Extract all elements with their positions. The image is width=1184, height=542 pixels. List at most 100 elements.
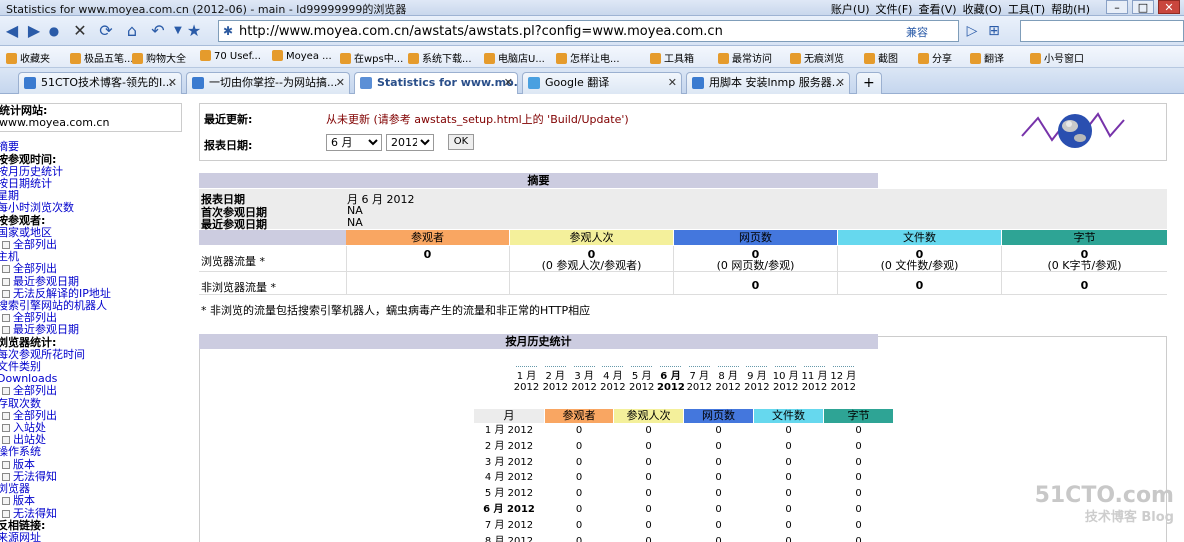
- menu-item-tools[interactable]: 工具(T): [1008, 1, 1045, 17]
- favorites-item[interactable]: 无痕浏览: [790, 50, 844, 65]
- tab-close-icon[interactable]: ✕: [336, 73, 345, 93]
- page-icon: [340, 53, 351, 64]
- month-name: 10 月: [772, 371, 799, 382]
- favorites-item[interactable]: 截图: [864, 50, 898, 65]
- back-icon[interactable]: ◀: [2, 21, 22, 41]
- favorites-item[interactable]: 系统下载...: [408, 50, 472, 65]
- menu-item-account[interactable]: 账户(U): [831, 1, 870, 17]
- favorites-item[interactable]: 分享: [918, 50, 952, 65]
- favorites-item[interactable]: Moyea ...: [272, 50, 332, 62]
- menu-bar: 账户(U) 文件(F) 查看(V) 收藏(O) 工具(T) 帮助(H): [831, 1, 1090, 17]
- tab-close-icon[interactable]: ✕: [504, 73, 513, 93]
- sidebar-item-label: 每小时浏览次数: [0, 201, 74, 215]
- sidebar-link[interactable]: 全部列出: [0, 238, 182, 252]
- sidebar-item-label: 来源网址: [0, 530, 41, 542]
- value-cell: 0: [785, 504, 792, 515]
- forward-icon[interactable]: ▶: [24, 21, 44, 41]
- monthly-table-header: 网页数: [684, 409, 753, 423]
- favorites-item[interactable]: 购物大全: [132, 50, 186, 65]
- tab-statistics[interactable]: Statistics for www.mo... ✕: [354, 72, 518, 94]
- menu-item-help[interactable]: 帮助(H): [1051, 1, 1090, 17]
- stop-icon[interactable]: ✕: [70, 21, 90, 41]
- go-icon[interactable]: ▷: [962, 21, 982, 41]
- undo-icon[interactable]: ↶: [148, 21, 168, 41]
- tab-close-icon[interactable]: ✕: [168, 73, 177, 93]
- month-bar-baseline: [602, 366, 624, 368]
- month-label: 7 月 2012: [686, 366, 713, 393]
- last-update-label: 最近更新:: [204, 113, 253, 126]
- sidebar-item-label: 按日期统计: [0, 177, 52, 191]
- favorite-star-icon[interactable]: ★: [184, 21, 204, 41]
- watermark-main: 51CTO.com: [1034, 483, 1174, 508]
- month-label: 8 月 2012: [715, 366, 742, 393]
- sidebar-link[interactable]: 来源网址: [0, 530, 182, 542]
- home-icon[interactable]: ⌂: [122, 21, 142, 41]
- menu-item-file[interactable]: 文件(F): [876, 1, 913, 17]
- sidebar-item-label: 浏览器统计:: [0, 335, 57, 349]
- tab-close-icon[interactable]: ✕: [668, 73, 677, 93]
- viewed-visitors-value: 0: [423, 248, 432, 261]
- address-bar[interactable]: ✱ http://www.moyea.com.cn/awstats/awstat…: [218, 20, 959, 42]
- month-name: 5 月: [631, 371, 652, 382]
- value-cell: 0: [645, 504, 652, 515]
- monthly-table-header: 参观者: [545, 409, 613, 423]
- favorites-item[interactable]: 工具箱: [650, 50, 694, 65]
- not-viewed-pages-value: 0: [751, 279, 760, 292]
- sidebar-item-label: 按参观者:: [0, 213, 46, 227]
- favorites-item[interactable]: 最常访问: [718, 50, 772, 65]
- value-cell: 0: [645, 425, 652, 436]
- value-cell: 0: [855, 488, 862, 500]
- value-cell: 0: [575, 535, 583, 542]
- list-bullet-icon: [2, 472, 10, 481]
- new-tab-button[interactable]: +: [856, 72, 882, 94]
- favorites-item[interactable]: 70 Usef...: [200, 50, 261, 62]
- favorites-item[interactable]: 电脑店U...: [484, 50, 545, 65]
- maximize-icon[interactable]: □: [1132, 0, 1154, 14]
- month-select[interactable]: 6 月: [326, 134, 382, 151]
- sidebar-item-label: 按参观时间:: [0, 152, 57, 166]
- value-cell: 0: [715, 440, 722, 452]
- address-url[interactable]: http://www.moyea.com.cn/awstats/awstats.…: [239, 24, 723, 39]
- sidebar-items: 摘要 按参观时间: 按月历史统计 按日期统计 星期 每小时浏览次数 按参观者: 国家或地区 全部…: [0, 141, 182, 542]
- favorites-item[interactable]: 翻译: [970, 50, 1004, 65]
- sidebar-link[interactable]: 按日期统计: [0, 177, 182, 191]
- favorites-item[interactable]: 极品五笔...: [70, 50, 134, 65]
- favorites-item[interactable]: 收藏夹: [6, 50, 50, 65]
- search-input[interactable]: [1020, 20, 1184, 42]
- tab-google-translate[interactable]: Google 翻译 ✕: [522, 72, 682, 94]
- sidebar-item-label: 按月历史统计: [0, 164, 63, 178]
- month-bar-baseline: [573, 366, 595, 368]
- tab-website[interactable]: 一切由你掌控--为网站搞... ✕: [186, 72, 350, 94]
- value-cell: 0: [855, 425, 862, 436]
- month-cell: 8 月 2012: [484, 535, 534, 542]
- tools-icon[interactable]: ⊞: [984, 21, 1004, 41]
- favorites-item[interactable]: 在wps中...: [340, 50, 403, 65]
- dropdown-icon[interactable]: ●: [44, 21, 64, 41]
- close-icon[interactable]: ✕: [1158, 0, 1180, 14]
- ok-button[interactable]: OK: [448, 134, 474, 150]
- minimize-icon[interactable]: –: [1106, 0, 1128, 14]
- month-year: 2012: [686, 382, 713, 393]
- compat-mode-button[interactable]: 兼容: [906, 24, 928, 40]
- favorites-item[interactable]: 小号窗口: [1030, 50, 1084, 65]
- monthly-table-header: 文件数: [754, 409, 823, 423]
- month-cell: 6 月 2012: [483, 504, 535, 515]
- menu-item-view[interactable]: 查看(V): [918, 1, 956, 17]
- refresh-icon[interactable]: ⟳: [96, 21, 116, 41]
- tab-51cto[interactable]: 51CTO技术博客-领先的I... ✕: [18, 72, 182, 94]
- month-name: 3 月: [574, 371, 594, 382]
- tab-close-icon[interactable]: ✕: [836, 73, 845, 93]
- sidebar-item-label: 版本: [13, 457, 35, 471]
- awstats-logo-icon: [1021, 112, 1125, 148]
- tab-lnmp[interactable]: 用脚本 安装lnmp 服务器... ✕: [686, 72, 850, 94]
- month-name: 11 月: [801, 371, 828, 382]
- favorites-item[interactable]: 怎样让电...: [556, 50, 620, 65]
- month-label: 12 月 2012: [830, 366, 857, 393]
- sidebar-item-label: 摘要: [0, 140, 19, 154]
- sidebar-item-label: 全部列出: [13, 238, 57, 252]
- list-bullet-icon: [2, 314, 10, 323]
- watermark: 51CTO.com 技术博客 Blog: [1035, 485, 1174, 529]
- site-box: 统计网站: www.moyea.com.cn: [0, 103, 182, 133]
- menu-item-favorites[interactable]: 收藏(O): [963, 1, 1002, 17]
- year-select[interactable]: 2012: [386, 134, 434, 151]
